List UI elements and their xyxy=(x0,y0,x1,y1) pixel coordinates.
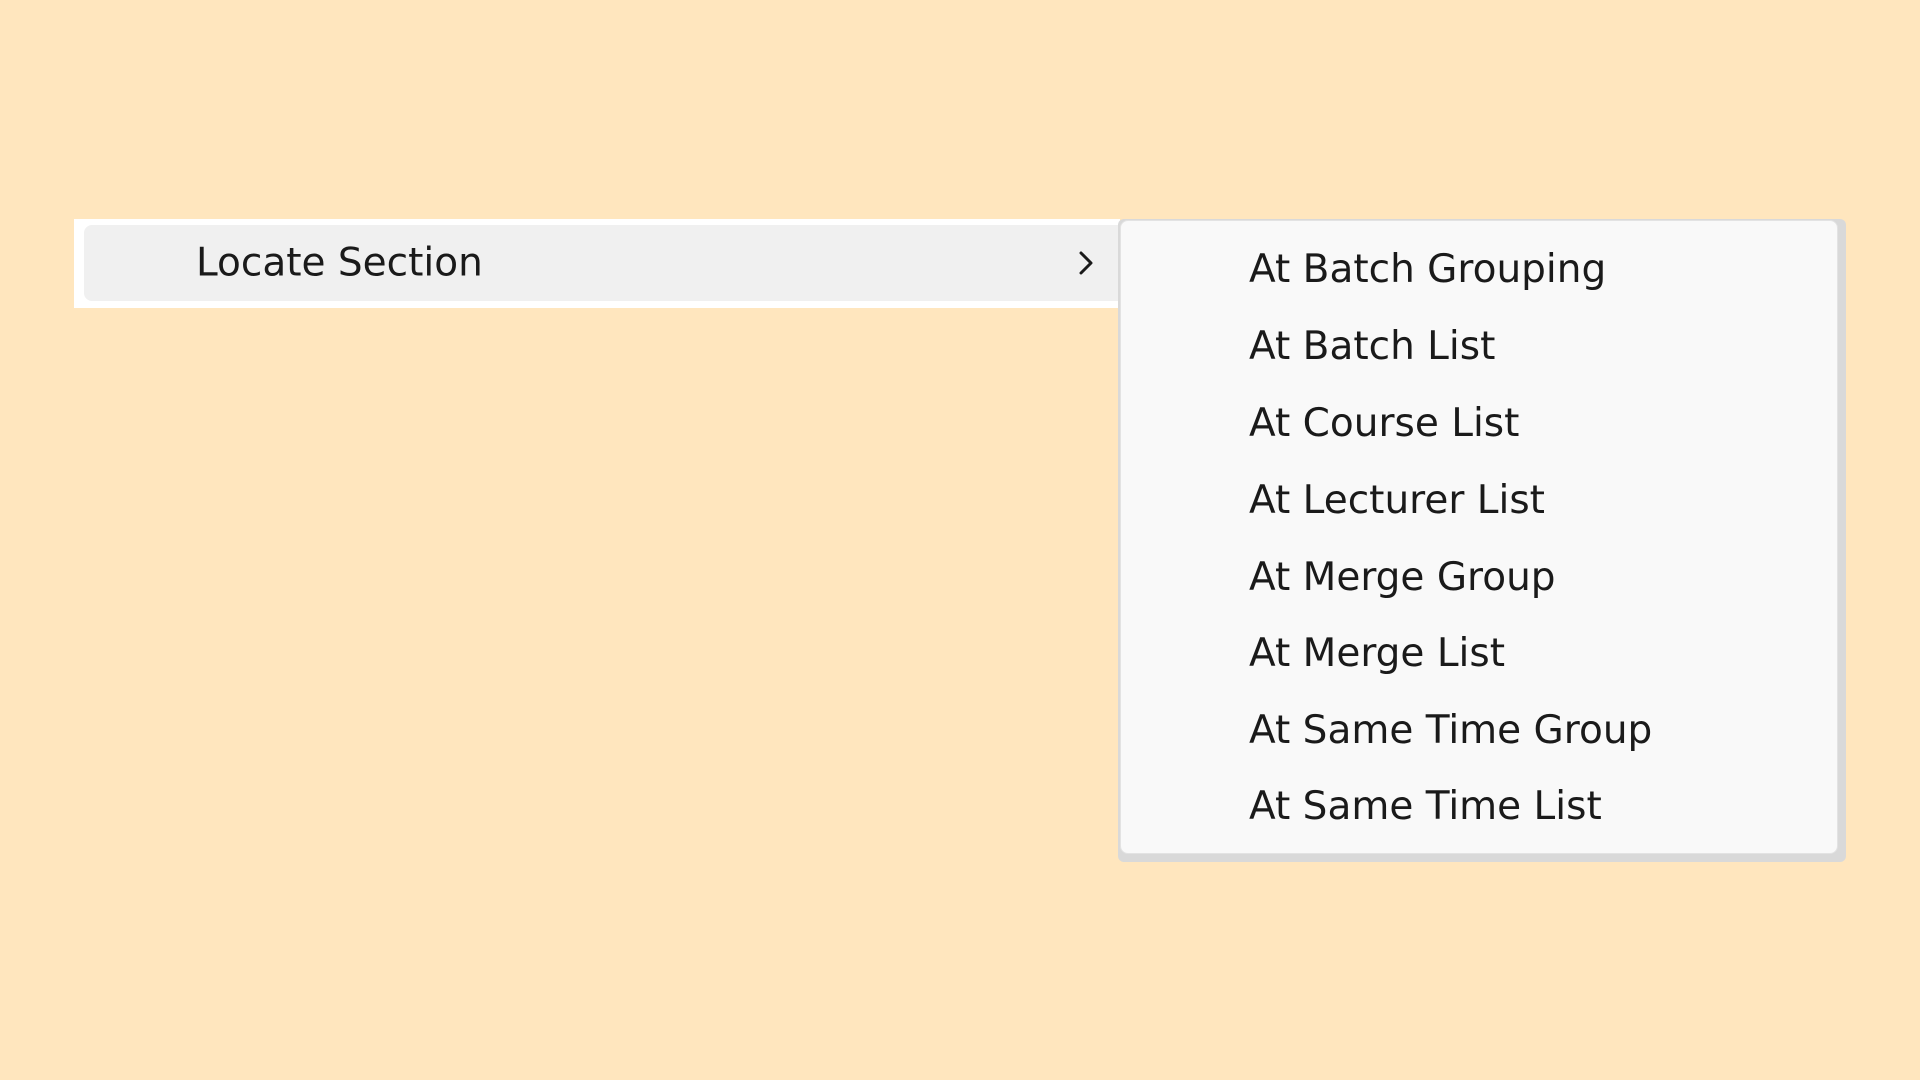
submenu-item-label: At Course List xyxy=(1249,400,1520,446)
chevron-right-icon xyxy=(1069,243,1103,283)
submenu-item-at-batch-grouping[interactable]: At Batch Grouping xyxy=(1127,234,1831,304)
submenu-item-at-same-time-list[interactable]: At Same Time List xyxy=(1127,771,1831,841)
submenu-item-label: At Same Time List xyxy=(1249,783,1602,829)
submenu-item-label: At Batch List xyxy=(1249,323,1496,369)
submenu-item-label: At Batch Grouping xyxy=(1249,246,1607,292)
desktop-area: Locate Section At Batch Grouping At Batc… xyxy=(0,0,1920,1080)
submenu-item-at-batch-list[interactable]: At Batch List xyxy=(1127,311,1831,381)
submenu-item-at-merge-group[interactable]: At Merge Group xyxy=(1127,542,1831,612)
context-menu: Locate Section xyxy=(74,219,1120,308)
submenu-item-at-same-time-group[interactable]: At Same Time Group xyxy=(1127,695,1831,765)
submenu-locate-section: At Batch Grouping At Batch List At Cours… xyxy=(1120,220,1838,854)
submenu-item-at-lecturer-list[interactable]: At Lecturer List xyxy=(1127,465,1831,535)
submenu-item-label: At Merge Group xyxy=(1249,554,1556,600)
submenu-item-label: At Merge List xyxy=(1249,630,1505,676)
submenu-item-label: At Lecturer List xyxy=(1249,477,1545,523)
submenu-item-at-course-list[interactable]: At Course List xyxy=(1127,388,1831,458)
menu-item-label: Locate Section xyxy=(196,240,483,286)
submenu-item-label: At Same Time Group xyxy=(1249,707,1653,753)
submenu-item-at-merge-list[interactable]: At Merge List xyxy=(1127,618,1831,688)
menu-item-locate-section[interactable]: Locate Section xyxy=(84,225,1120,301)
